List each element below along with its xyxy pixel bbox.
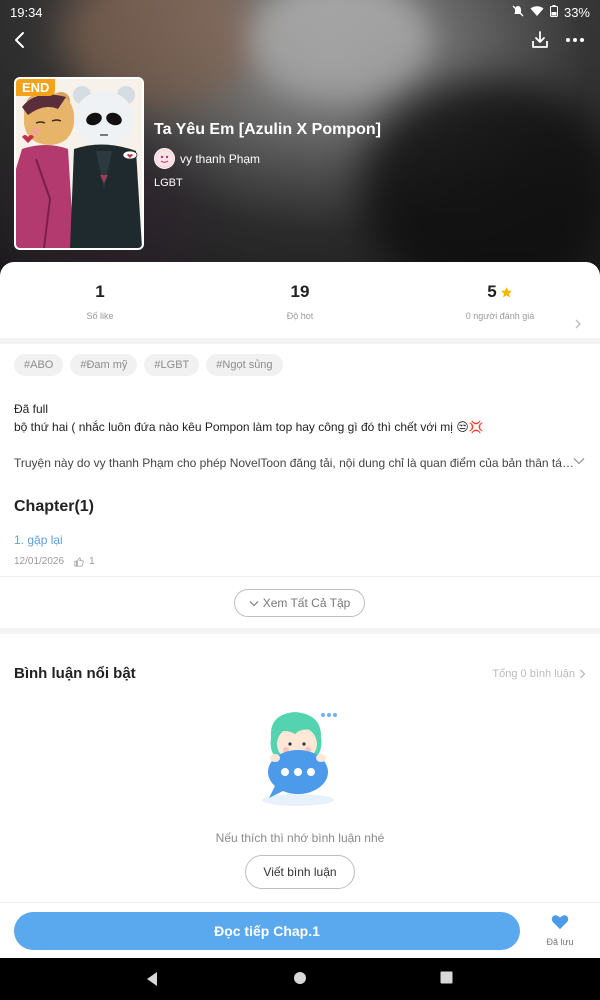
- tag-chip[interactable]: #Đam mỹ: [70, 354, 138, 376]
- back-arrow-icon: [15, 32, 24, 48]
- stat-rating[interactable]: 5 0 người đánh giá: [400, 282, 600, 321]
- download-button[interactable]: [526, 26, 554, 54]
- comments-total-link[interactable]: Tổng 0 bình luận: [492, 668, 586, 680]
- chapter-item-meta: 12/01/2026 1: [14, 556, 95, 567]
- continue-reading-button[interactable]: Đọc tiếp Chap.1: [14, 912, 520, 950]
- tag-chip[interactable]: #LGBT: [144, 354, 200, 376]
- stat-likes: 1 Số like: [0, 282, 200, 321]
- comments-total: Tổng 0 bình luận: [492, 668, 575, 680]
- star-icon: [500, 286, 512, 297]
- description-line-1: Đã full: [14, 402, 49, 416]
- heart-icon: [551, 915, 569, 930]
- likes-label: Số like: [86, 311, 114, 321]
- chapter-item-title[interactable]: 1. gặp lại: [14, 533, 63, 547]
- system-nav-bar: [0, 958, 600, 1000]
- row-divider: [0, 576, 600, 577]
- hot-count: 19: [290, 282, 310, 301]
- view-all-label: Xem Tất Cả Tập: [262, 596, 351, 610]
- book-cover[interactable]: END: [14, 77, 144, 250]
- cover-illustration: [16, 79, 142, 248]
- author-name: vy thanh Phạm: [180, 151, 261, 166]
- more-dots-icon: [566, 38, 584, 42]
- likes-count: 1: [95, 282, 105, 301]
- chapter-date: 12/01/2026: [14, 556, 65, 567]
- mute-icon: [512, 5, 524, 20]
- chapter-likes: 1: [89, 556, 95, 567]
- rating-value: 5: [487, 282, 497, 301]
- write-comment-button[interactable]: Viết bình luận: [245, 855, 355, 889]
- detail-sheet: 1 Số like 19 Độ hot 5 0 người đánh giá #…: [0, 262, 600, 902]
- view-all-chapters-button[interactable]: Xem Tất Cả Tập: [234, 589, 365, 617]
- battery-level: 33%: [563, 4, 590, 20]
- bottom-action-bar: Đọc tiếp Chap.1 Đã lưu: [0, 902, 600, 958]
- back-button[interactable]: [6, 26, 34, 54]
- saved-label: Đã lưu: [546, 937, 574, 947]
- nav-recents-icon[interactable]: [440, 971, 453, 984]
- battery-icon: [549, 4, 558, 20]
- rating-label: 0 người đánh giá: [465, 311, 535, 321]
- chevron-right-icon: [580, 669, 586, 679]
- tag-chip[interactable]: #Ngọt sủng: [206, 354, 283, 376]
- tag-chip[interactable]: #ABO: [14, 354, 64, 376]
- empty-comments-text: Nếu thích thì nhớ bình luận nhé: [215, 831, 385, 845]
- hot-label: Độ hot: [286, 311, 314, 321]
- genre-label: LGBT: [154, 177, 183, 189]
- nav-home-icon[interactable]: [293, 971, 307, 985]
- saved-button[interactable]: Đã lưu: [540, 914, 580, 947]
- more-button[interactable]: [561, 26, 589, 54]
- book-title: Ta Yêu Em [Azulin X Pompon]: [154, 121, 381, 138]
- publisher-notice[interactable]: Truyện này do vy thanh Phạm cho phép Nov…: [14, 456, 574, 470]
- download-icon: [532, 31, 548, 48]
- author-row[interactable]: vy thanh Phạm: [154, 148, 260, 169]
- section-divider: [0, 628, 600, 634]
- end-badge: END: [16, 79, 56, 96]
- status-time: 19:34: [10, 4, 43, 20]
- nav-back-icon[interactable]: [145, 971, 159, 987]
- chevron-down-icon[interactable]: [573, 457, 585, 465]
- comments-heading: Bình luận nổi bật: [14, 665, 136, 682]
- chevron-down-icon: [249, 600, 259, 606]
- empty-comments-mascot: [262, 712, 337, 806]
- description-line-2: bộ thứ hai ( nhắc luôn đứa nào kêu Pompo…: [14, 420, 484, 434]
- tag-list: #ABO #Đam mỹ #LGBT #Ngọt sủng: [14, 354, 283, 376]
- stat-hot: 19 Độ hot: [200, 282, 400, 321]
- stats-row: 1 Số like 19 Độ hot 5 0 người đánh giá: [0, 282, 600, 338]
- section-divider: [0, 338, 600, 344]
- chapter-heading: Chapter(1): [14, 498, 95, 515]
- top-bar: [0, 26, 600, 56]
- status-bar: 19:34 33%: [0, 0, 600, 24]
- thumbs-up-icon: [74, 556, 84, 567]
- wifi-icon: [530, 5, 544, 20]
- author-avatar: [154, 148, 175, 169]
- chevron-right-icon: [575, 319, 581, 329]
